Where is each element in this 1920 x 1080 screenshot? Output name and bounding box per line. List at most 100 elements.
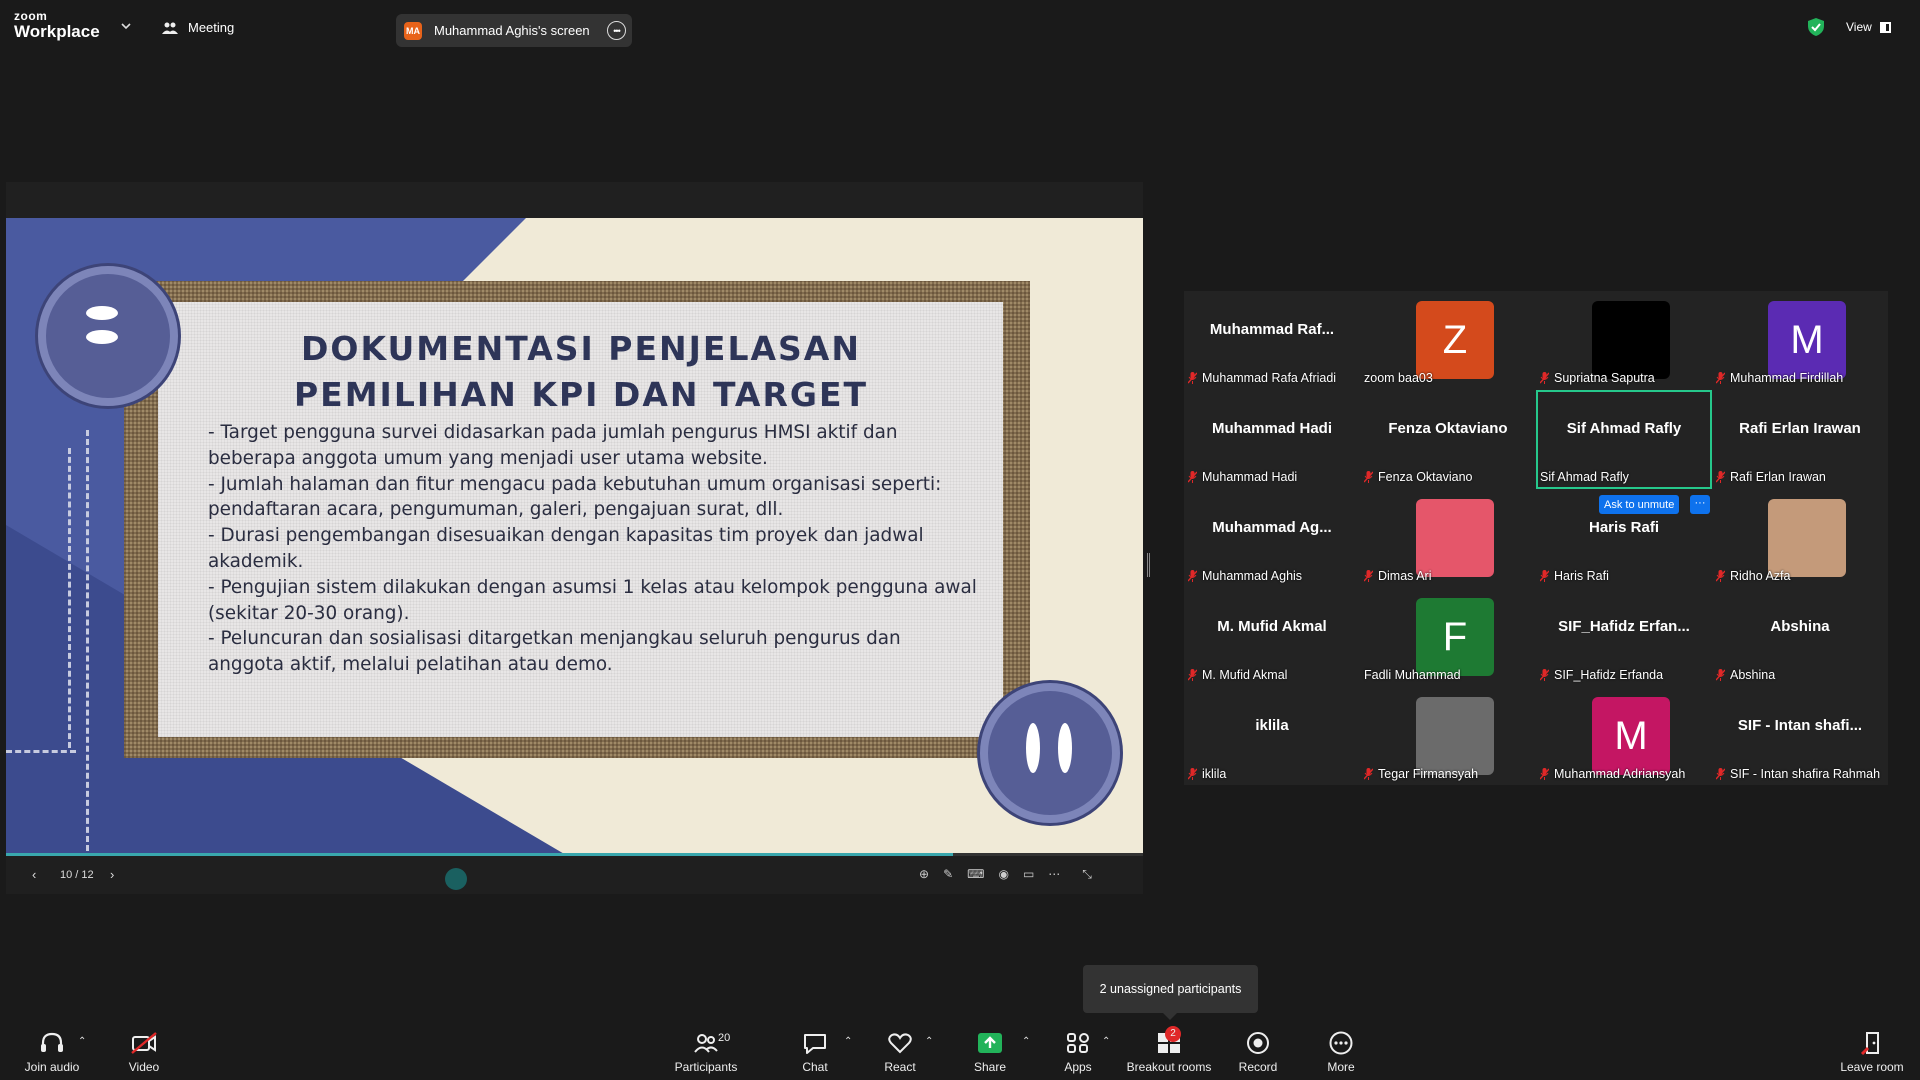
shared-slide: DOKUMENTASI PENJELASAN PEMILIHAN KPI DAN…: [6, 218, 1143, 855]
mic-muted-icon: [1540, 669, 1549, 681]
participants-count: 20: [718, 1032, 731, 1044]
participant-name-label: M. Mufid Akmal: [1188, 666, 1287, 684]
leave-room-button[interactable]: Leave room: [1830, 1030, 1914, 1074]
participant-avatar: M: [1768, 301, 1846, 379]
share-button[interactable]: Share: [950, 1030, 1030, 1074]
participant-name: M. Mufid Akmal: [1202, 668, 1288, 682]
join-audio-label: Join audio: [24, 1060, 80, 1074]
participant-display-name: Sif Ahmad Rafly: [1566, 420, 1682, 437]
participant-name-label: Fenza Oktaviano: [1364, 468, 1473, 486]
security-shield-icon[interactable]: [1808, 18, 1824, 36]
audio-options-chevron-icon[interactable]: ⌃: [78, 1036, 86, 1047]
participant-tile[interactable]: SIF_Hafidz Erfan... SIF_Hafidz Erfanda: [1536, 588, 1712, 687]
participant-tile[interactable]: M Muhammad Adriansyah: [1536, 687, 1712, 786]
laser-pointer-icon[interactable]: [445, 868, 467, 890]
keyboard-icon[interactable]: ⌨: [967, 867, 984, 882]
participant-name-label: Sif Ahmad Rafly: [1540, 468, 1629, 486]
meeting-button[interactable]: Meeting: [162, 20, 234, 35]
participant-more-button[interactable]: ···: [1690, 495, 1710, 514]
participant-display-name: Muhammad Raf...: [1209, 321, 1335, 338]
chat-button[interactable]: Chat: [775, 1030, 855, 1074]
participant-tile[interactable]: Muhammad Hadi Muhammad Hadi: [1184, 390, 1360, 489]
slide-body-text: - Target pengguna survei didasarkan pada…: [208, 422, 977, 676]
mic-muted-icon: [1364, 768, 1373, 780]
headphones-icon: [41, 1032, 63, 1052]
slide-controls: ‹ 10 / 12 › ⊕ ✎ ⌨ ◉ ▭ ⋯ ⤡: [6, 856, 1143, 894]
mic-muted-icon: [1188, 372, 1197, 384]
participant-name: Dimas Ari: [1378, 569, 1432, 583]
window-icon[interactable]: ▭: [1023, 867, 1034, 882]
participant-name-label: Muhammad Aghis: [1188, 567, 1302, 585]
participant-name-label: Muhammad Rafa Afriadi: [1188, 369, 1336, 387]
participant-name: Muhammad Rafa Afriadi: [1202, 371, 1337, 385]
participant-name: Fadli Muhammad: [1364, 668, 1461, 682]
exit-fullscreen-icon[interactable]: ⤡: [1082, 867, 1092, 882]
participant-tile[interactable]: SIF - Intan shafi... SIF - Intan shafira …: [1712, 687, 1888, 786]
apps-options-chevron-icon[interactable]: ⌃: [1102, 1036, 1110, 1047]
panel-resize-handle[interactable]: [1147, 553, 1150, 577]
participant-tile[interactable]: Sif Ahmad Rafly Sif Ahmad Rafly: [1536, 390, 1712, 489]
logo-zoom-text: zoom: [14, 9, 48, 23]
participant-display-name: Muhammad Ag...: [1212, 519, 1332, 536]
record-button[interactable]: Record: [1218, 1030, 1298, 1074]
participant-display-name: Fenza Oktaviano: [1388, 420, 1508, 437]
participant-tile[interactable]: Muhammad Raf... Muhammad Rafa Afriadi: [1184, 291, 1360, 390]
record-label: Record: [1238, 1060, 1278, 1074]
react-options-chevron-icon[interactable]: ⌃: [925, 1036, 933, 1047]
participant-tile[interactable]: Zzoom baa03: [1360, 291, 1536, 390]
participant-name-label: Haris Rafi: [1540, 567, 1609, 585]
participant-tile[interactable]: Tegar Firmansyah: [1360, 687, 1536, 786]
heart-icon: [888, 1033, 912, 1054]
zoom-logo[interactable]: zoom Workplace: [14, 10, 100, 40]
participant-tile[interactable]: Muhammad Ag... Muhammad Aghis: [1184, 489, 1360, 588]
participant-name: SIF_Hafidz Erfanda: [1554, 668, 1664, 682]
participant-name-label: SIF_Hafidz Erfanda: [1540, 666, 1663, 684]
participant-tile[interactable]: Fenza Oktaviano Fenza Oktaviano: [1360, 390, 1536, 489]
mic-muted-icon: [1540, 570, 1549, 582]
breakout-rooms-button[interactable]: 2 Breakout rooms: [1119, 1026, 1219, 1074]
participant-name: zoom baa03: [1364, 371, 1433, 385]
view-button[interactable]: View: [1846, 20, 1891, 34]
mic-muted-icon: [1188, 669, 1197, 681]
share-options-chevron-icon[interactable]: ⌃: [1022, 1036, 1030, 1047]
video-button[interactable]: Video: [104, 1030, 184, 1074]
chevron-down-icon[interactable]: [121, 21, 131, 31]
mic-muted-icon: [1188, 471, 1197, 483]
previous-slide-icon[interactable]: ‹: [32, 867, 36, 882]
share-label: Share: [973, 1060, 1007, 1074]
participant-name-label: Supriatna Saputra: [1540, 369, 1655, 387]
next-slide-icon[interactable]: ›: [110, 867, 114, 882]
participants-button[interactable]: 20 Participants: [666, 1030, 746, 1074]
mic-muted-icon: [1364, 471, 1373, 483]
logo-workplace-text: Workplace: [14, 22, 100, 41]
chat-options-chevron-icon[interactable]: ⌃: [844, 1036, 852, 1047]
participant-tile[interactable]: Rafi Erlan Irawan Rafi Erlan Irawan: [1712, 390, 1888, 489]
zoom-in-icon[interactable]: ⊕: [919, 867, 929, 882]
sewing-button-decoration: [38, 266, 178, 406]
participant-name: Tegar Firmansyah: [1378, 767, 1479, 781]
participant-tile[interactable]: M. Mufid Akmal M. Mufid Akmal: [1184, 588, 1360, 687]
view-layout-icon: [1879, 21, 1891, 33]
mic-muted-icon: [1188, 768, 1197, 780]
participant-tile[interactable]: M Muhammad Firdillah: [1712, 291, 1888, 390]
apps-label: Apps: [1064, 1060, 1092, 1074]
ask-to-unmute-button[interactable]: Ask to unmute: [1599, 495, 1680, 514]
shared-screen-indicator[interactable]: MA Muhammad Aghis's screen •••: [396, 14, 632, 47]
more-button[interactable]: More: [1301, 1030, 1381, 1074]
participant-tile[interactable]: Dimas Ari: [1360, 489, 1536, 588]
participant-avatar: [1416, 697, 1494, 775]
slide-title-line-2: PEMILIHAN KPI DAN TARGET: [293, 375, 869, 414]
participant-tile[interactable]: F Fadli Muhammad: [1360, 588, 1536, 687]
more-icon[interactable]: ⋯: [1048, 867, 1060, 882]
participant-avatar: F: [1416, 598, 1494, 676]
participant-display-name: Abshina: [1770, 618, 1830, 635]
participant-tile[interactable]: iklila iklila: [1184, 687, 1360, 786]
participant-tile[interactable]: Supriatna Saputra: [1536, 291, 1712, 390]
more-options-icon[interactable]: •••: [607, 21, 626, 40]
participant-tile[interactable]: Abshina Abshina: [1712, 588, 1888, 687]
participant-tile[interactable]: Ridho Azfa: [1712, 489, 1888, 588]
pen-icon[interactable]: ✎: [943, 867, 953, 882]
broadcast-icon[interactable]: ◉: [998, 867, 1008, 882]
slide-title: DOKUMENTASI PENJELASAN PEMILIHAN KPI DAN…: [166, 326, 996, 418]
more-label: More: [1327, 1060, 1355, 1074]
